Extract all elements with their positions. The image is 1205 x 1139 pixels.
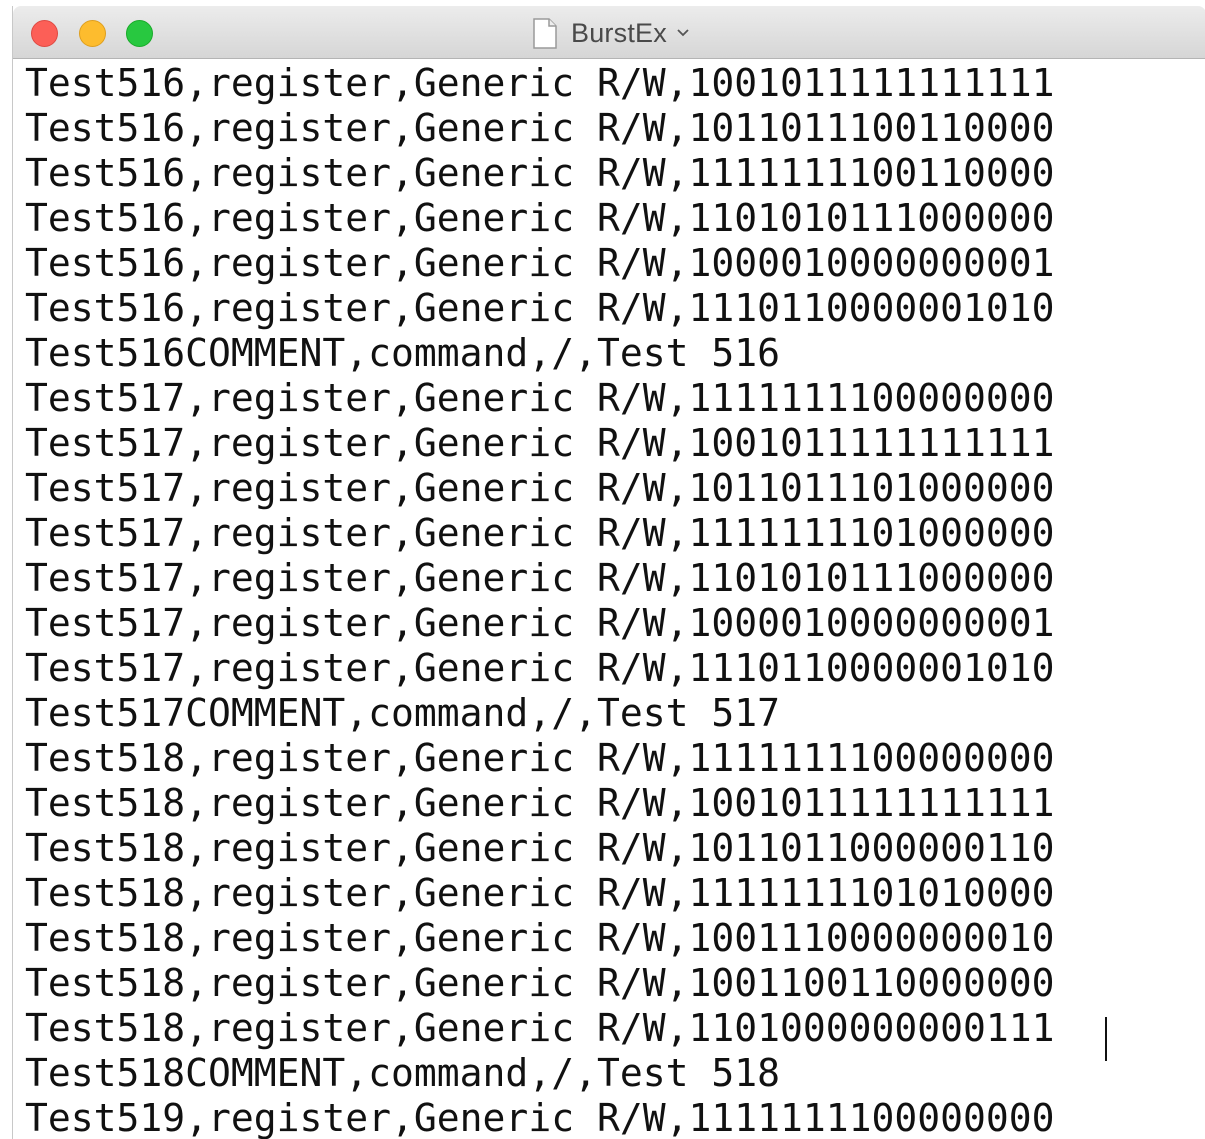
text-line: Test516,register,Generic R/W,10110111001… [25, 106, 1055, 150]
text-line: Test517,register,Generic R/W,11111111000… [25, 376, 1055, 420]
text-line: Test519,register,Generic R/W,11111111000… [25, 1096, 1055, 1139]
text-line: Test516COMMENT,command,/,Test 516 [25, 331, 780, 375]
text-line: Test518,register,Generic R/W,10011100000… [25, 916, 1055, 960]
document-icon [533, 17, 557, 49]
window-title-menu[interactable]: BurstEx [533, 16, 691, 50]
text-line: Test518,register,Generic R/W,10110110000… [25, 826, 1055, 870]
text-line: Test517,register,Generic R/W,10010111111… [25, 421, 1055, 465]
text-line: Test517,register,Generic R/W,11101100000… [25, 646, 1055, 690]
text-line: Test518COMMENT,command,/,Test 518 [25, 1051, 780, 1095]
minimize-window-button[interactable] [79, 20, 106, 47]
text-line: Test518,register,Generic R/W,11111111000… [25, 736, 1055, 780]
text-line: Test516,register,Generic R/W,11111111001… [25, 151, 1055, 195]
title-bar[interactable]: BurstEx [13, 6, 1205, 59]
text-cursor [1105, 1017, 1107, 1061]
chevron-down-icon [675, 25, 691, 41]
text-line: Test517COMMENT,command,/,Test 517 [25, 691, 780, 735]
text-line: Test516,register,Generic R/W,10010111111… [25, 61, 1055, 105]
text-line: Test516,register,Generic R/W,11010101110… [25, 196, 1055, 240]
text-line: Test518,register,Generic R/W,11111111010… [25, 871, 1055, 915]
text-line: Test517,register,Generic R/W,10110111010… [25, 466, 1055, 510]
text-line: Test518,register,Generic R/W,10010111111… [25, 781, 1055, 825]
zoom-window-button[interactable] [126, 20, 153, 47]
text-line: Test517,register,Generic R/W,11010101110… [25, 556, 1055, 600]
close-window-button[interactable] [31, 20, 58, 47]
text-line: Test517,register,Generic R/W,11111111010… [25, 511, 1055, 555]
text-editor-area[interactable]: Test516,register,Generic R/W,10010111111… [13, 59, 1205, 1139]
text-editor-window: BurstEx Test516,register,Generic R/W,100… [12, 6, 1205, 1139]
text-line: Test518,register,Generic R/W,11010000000… [25, 1006, 1055, 1050]
text-line: Test517,register,Generic R/W,10000100000… [25, 601, 1055, 645]
text-line: Test518,register,Generic R/W,10011001100… [25, 961, 1055, 1005]
window-title: BurstEx [571, 17, 667, 48]
text-line: Test516,register,Generic R/W,11101100000… [25, 286, 1055, 330]
text-line: Test516,register,Generic R/W,10000100000… [25, 241, 1055, 285]
